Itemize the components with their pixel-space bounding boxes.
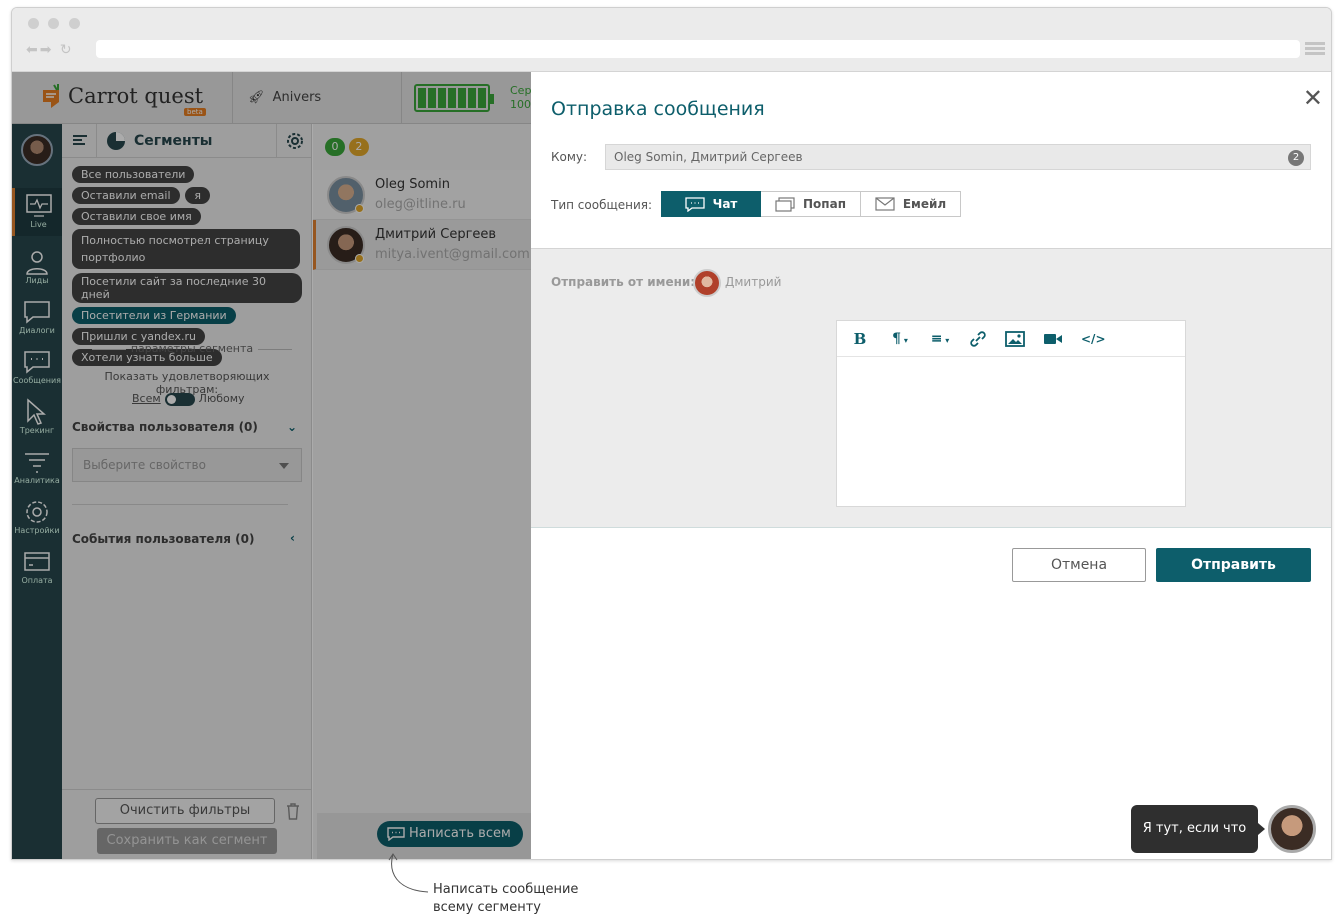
modal-title: Отправка сообщения (551, 98, 765, 120)
chat-icon (684, 196, 705, 212)
link-icon[interactable] (969, 330, 987, 347)
to-label: Кому: (551, 150, 588, 164)
message-type-switch: Чат Попап Емейл (661, 191, 961, 217)
compose-area: Отправить от имени: Дмитрий B ¶ ▾ ≡ ▾ </… (531, 248, 1331, 528)
recipients-count-badge: 2 (1288, 150, 1304, 166)
image-icon[interactable] (1005, 330, 1025, 347)
type-popup-label: Попап (803, 197, 846, 211)
window-maximize-dot[interactable] (69, 18, 80, 29)
send-button[interactable]: Отправить (1156, 548, 1311, 582)
chat-widget-avatar[interactable] (1268, 805, 1316, 853)
align-icon[interactable]: ≡ ▾ (929, 331, 951, 347)
message-editor[interactable]: B ¶ ▾ ≡ ▾ </> (836, 320, 1186, 507)
send-message-modal: Отправка сообщения ✕ Кому: Oleg Somin, Д… (531, 72, 1331, 859)
type-email-button[interactable]: Емейл (861, 191, 961, 217)
bold-icon[interactable]: B (849, 330, 871, 348)
type-label: Тип сообщения: (551, 198, 653, 212)
type-popup-button[interactable]: Попап (761, 191, 861, 217)
app: Carrot quest beta 🚀︎ Anivers Серв 100 Li… (12, 72, 1331, 859)
editor-toolbar: B ¶ ▾ ≡ ▾ </> (837, 321, 1185, 357)
recipients-field[interactable]: Oleg Somin, Дмитрий Сергеев 2 (605, 144, 1311, 170)
caption: Написать сообщение всему сегменту (433, 881, 578, 917)
browser-window: ⬅➡ ↻ Carrot quest beta 🚀︎ Anivers Серв 1… (11, 7, 1332, 860)
type-chat-button[interactable]: Чат (661, 191, 761, 217)
envelope-icon (875, 197, 895, 211)
browser-nav-icon[interactable]: ⬅➡ ↻ (26, 42, 74, 58)
video-icon[interactable] (1043, 332, 1063, 346)
popup-icon (775, 196, 795, 212)
type-chat-label: Чат (712, 197, 738, 211)
paragraph-icon[interactable]: ¶ ▾ (889, 331, 911, 347)
window-minimize-dot[interactable] (48, 18, 59, 29)
chat-widget-bubble[interactable]: Я тут, если что (1131, 805, 1265, 853)
caption-line1: Написать сообщение (433, 882, 579, 897)
caption-line2: всему сегменту (433, 900, 541, 915)
menu-icon[interactable] (1305, 42, 1325, 56)
type-email-label: Емейл (902, 197, 947, 211)
from-label: Отправить от имени: (551, 275, 696, 289)
avatar[interactable] (693, 269, 721, 297)
cancel-button[interactable]: Отмена (1012, 548, 1146, 582)
window-close-dot[interactable] (28, 18, 39, 29)
pointer-line-icon (388, 853, 429, 893)
modal-backdrop[interactable] (12, 72, 531, 859)
recipients-value: Oleg Somin, Дмитрий Сергеев (614, 150, 803, 164)
browser-chrome: ⬅➡ ↻ (12, 8, 1331, 72)
code-icon[interactable]: </> (1081, 332, 1106, 346)
from-name[interactable]: Дмитрий (725, 275, 781, 289)
close-icon[interactable]: ✕ (1303, 86, 1323, 110)
address-bar[interactable] (96, 40, 1300, 58)
